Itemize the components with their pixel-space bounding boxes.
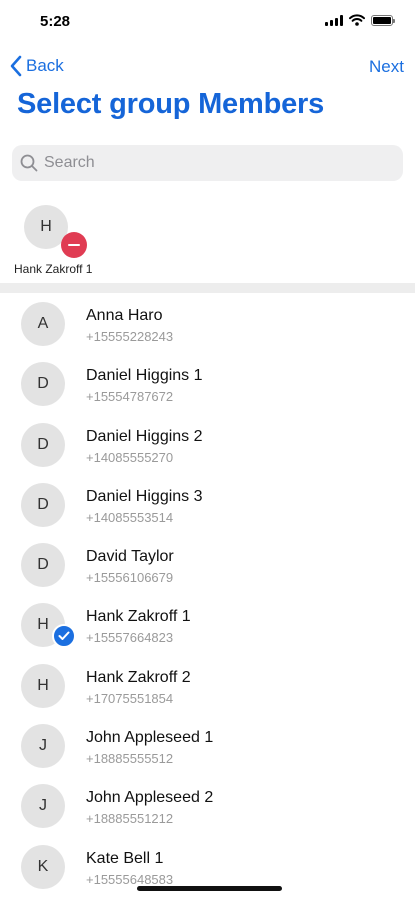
contact-list: A Anna Haro +15555228243 D Daniel Higgin… xyxy=(0,294,415,897)
contact-row[interactable]: D Daniel Higgins 1 +15554787672 xyxy=(0,354,415,414)
contact-phone: +15554787672 xyxy=(86,389,174,405)
search-icon xyxy=(20,154,38,172)
battery-icon xyxy=(371,14,395,26)
contact-name: Anna Haro xyxy=(86,307,163,324)
contact-phone: +15555228243 xyxy=(86,329,174,344)
contact-row[interactable]: A Anna Haro +15555228243 xyxy=(0,294,415,354)
chevron-left-icon xyxy=(10,55,22,77)
contact-row-selected[interactable]: H Hank Zakroff 1 +15557664823 xyxy=(0,595,415,655)
search-bar[interactable] xyxy=(12,145,403,181)
contact-phone: +15555648583 xyxy=(86,871,174,887)
avatar: H xyxy=(21,663,65,708)
page-title: Select group Members xyxy=(17,88,325,120)
contact-name: Daniel Higgins 1 xyxy=(86,367,203,385)
contact-phone: +14085553514 xyxy=(86,509,174,525)
contact-name: John Appleseed 2 xyxy=(86,789,214,807)
contact-name: Kate Bell 1 xyxy=(86,849,164,867)
contact-name: Daniel Higgins 3 xyxy=(86,487,203,505)
selected-members-strip: H Hank Zakroff 1 xyxy=(0,195,415,283)
back-button[interactable]: Back xyxy=(10,55,64,77)
home-indicator xyxy=(137,886,282,891)
status-icons xyxy=(325,14,395,26)
contact-phone: +14085555270 xyxy=(86,449,174,465)
remove-member-icon[interactable] xyxy=(61,232,87,258)
selected-member-name: Hank Zakroff 1 xyxy=(14,262,93,276)
cellular-signal-icon xyxy=(325,14,343,26)
status-bar: 5:28 xyxy=(0,0,415,44)
contact-row[interactable]: J John Appleseed 1 +18885555512 xyxy=(0,716,415,776)
contact-name: Daniel Higgins 2 xyxy=(86,427,203,445)
contact-phone: +15557664823 xyxy=(86,630,174,646)
checkmark-icon xyxy=(52,624,76,649)
contact-row[interactable]: D Daniel Higgins 3 +14085553514 xyxy=(0,475,415,535)
contact-row[interactable]: D David Taylor +15556106679 xyxy=(0,535,415,595)
avatar: A xyxy=(21,302,65,346)
contact-name: Hank Zakroff 2 xyxy=(86,668,191,686)
avatar: D xyxy=(21,422,65,467)
avatar: J xyxy=(21,724,65,769)
avatar: D xyxy=(21,482,65,527)
contact-phone: +18885551212 xyxy=(86,811,174,827)
contact-row[interactable]: H Hank Zakroff 2 +17075551854 xyxy=(0,656,415,716)
contact-name: David Taylor xyxy=(86,548,174,566)
avatar: J xyxy=(21,784,65,829)
search-input[interactable] xyxy=(42,153,386,173)
contact-row[interactable]: J John Appleseed 2 +18885551212 xyxy=(0,776,415,836)
back-label: Back xyxy=(26,56,64,75)
contact-name: John Appleseed 1 xyxy=(86,729,214,747)
contact-phone: +18885555512 xyxy=(86,751,174,767)
contact-phone: +17075551854 xyxy=(86,690,174,706)
avatar: D xyxy=(21,362,65,407)
avatar: K xyxy=(21,844,65,889)
status-time: 5:28 xyxy=(40,13,71,30)
section-divider xyxy=(0,283,415,293)
contact-phone: +15556106679 xyxy=(86,570,174,586)
contact-row[interactable]: D Daniel Higgins 2 +14085555270 xyxy=(0,415,415,475)
avatar: D xyxy=(21,543,65,588)
selected-member-chip[interactable]: H Hank Zakroff 1 xyxy=(14,205,124,276)
contact-name: Hank Zakroff 1 xyxy=(86,608,191,626)
next-button[interactable]: Next xyxy=(369,57,404,77)
wifi-icon xyxy=(349,14,365,26)
